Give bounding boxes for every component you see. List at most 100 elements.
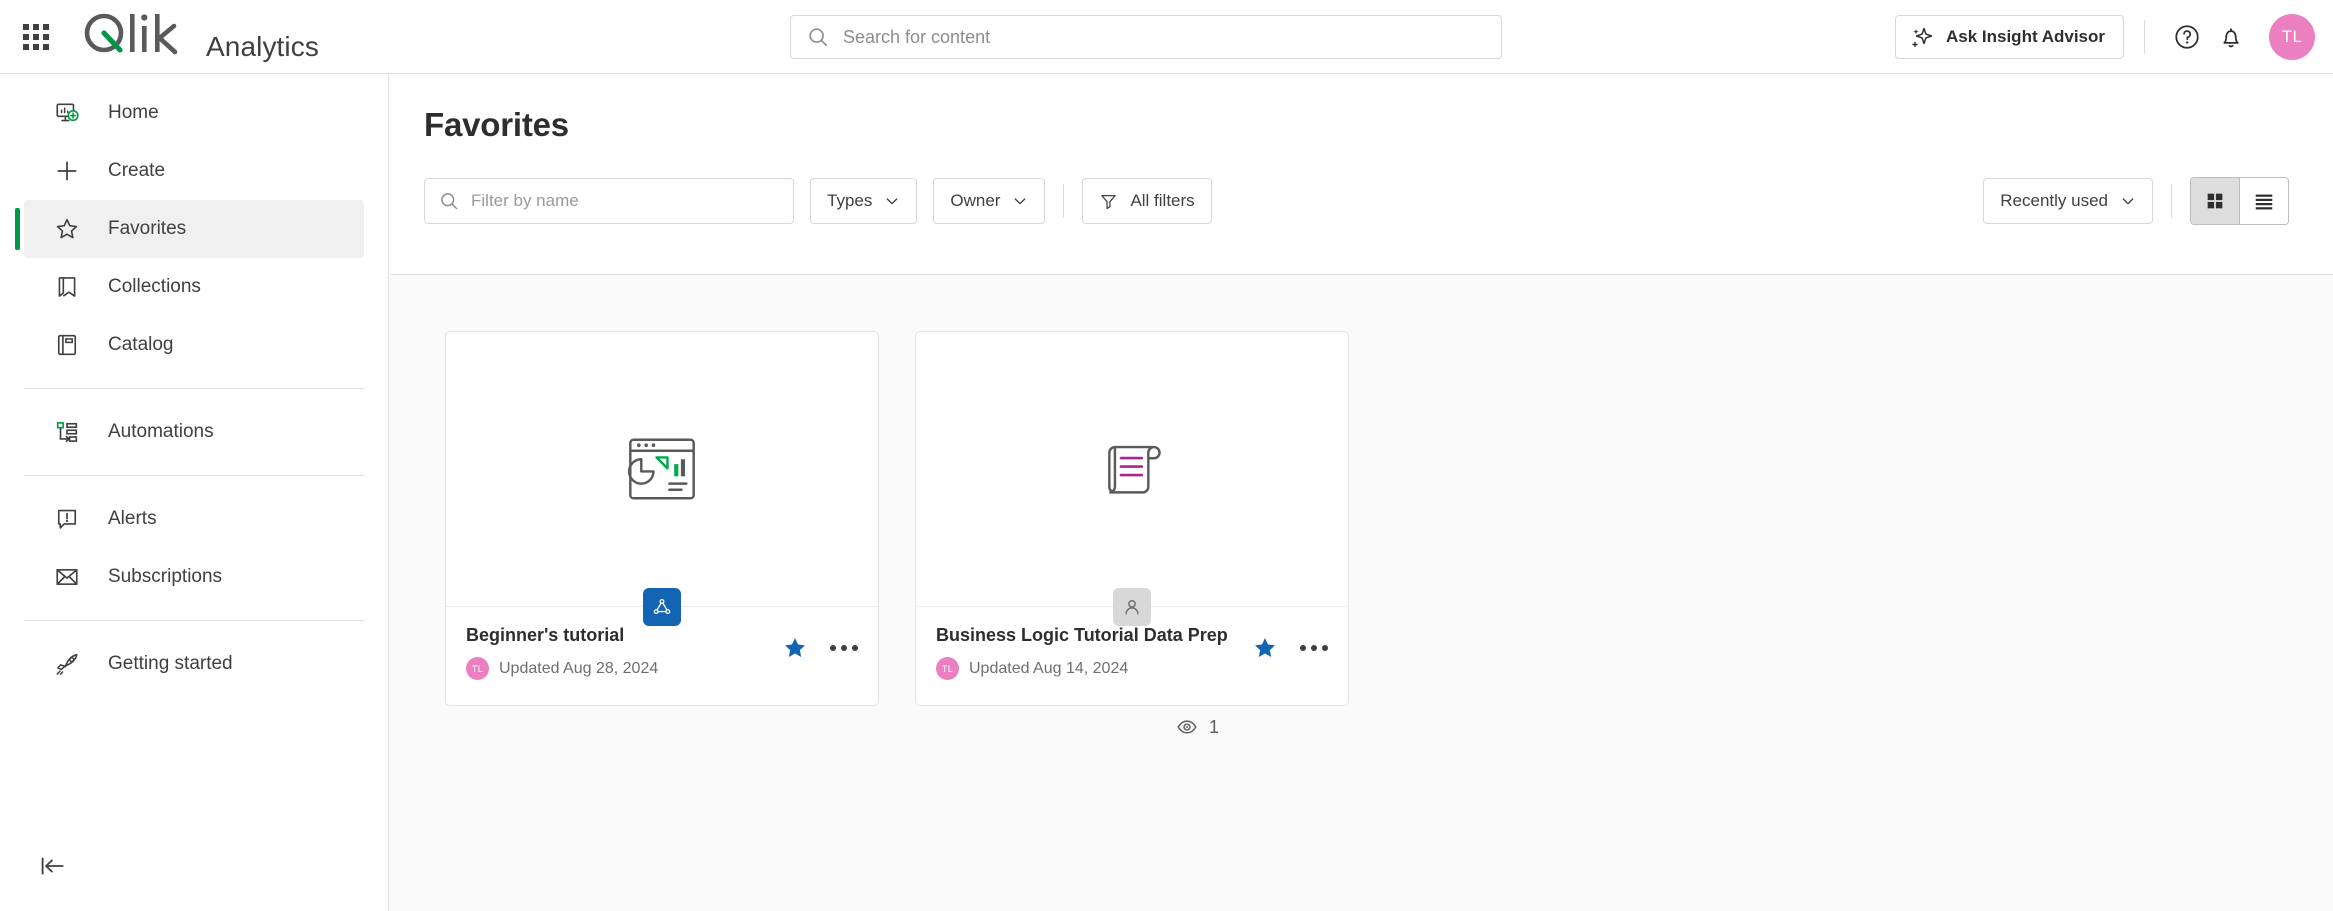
notifications-button[interactable]	[2209, 15, 2253, 59]
card-updated-date: Updated Aug 14, 2024	[969, 659, 1129, 677]
search-icon	[809, 28, 828, 47]
sidebar: Home Create Favorites Collections Catalo…	[0, 74, 389, 911]
sidebar-item-label: Getting started	[108, 653, 233, 674]
card-updated-date: Updated Aug 28, 2024	[499, 659, 659, 677]
card-owner-initials: TL	[471, 663, 484, 674]
card-title: Business Logic Tutorial Data Prep	[936, 625, 1228, 645]
sidebar-item-label: Automations	[108, 421, 214, 442]
sort-label: Recently used	[2000, 191, 2108, 210]
card-meta: TL Updated Aug 28, 2024	[466, 657, 658, 680]
content-results-area: Beginner's tutorial TL Updated Aug 28, 2…	[390, 274, 2333, 911]
more-horizontal-icon	[830, 645, 858, 651]
card-info: Business Logic Tutorial Data Prep TL Upd…	[936, 625, 1228, 680]
star-filled-icon	[785, 638, 805, 657]
view-mode-toggle	[2190, 177, 2289, 225]
sidebar-item-automations[interactable]: Automations	[24, 403, 364, 461]
sidebar-divider	[24, 620, 364, 621]
search-icon	[441, 193, 458, 210]
global-search[interactable]	[790, 15, 1502, 59]
plus-icon	[52, 156, 82, 186]
owner-filter-dropdown[interactable]: Owner	[933, 178, 1046, 224]
view-count-value: 1	[1209, 716, 1220, 737]
card-owner-avatar: TL	[466, 657, 489, 680]
star-filled-icon	[1255, 638, 1275, 657]
card-meta: TL Updated Aug 14, 2024	[936, 657, 1228, 680]
help-button[interactable]	[2165, 15, 2209, 59]
eye-icon	[1177, 720, 1197, 734]
ask-insight-advisor-label: Ask Insight Advisor	[1945, 27, 2105, 46]
collapse-sidebar-button[interactable]	[38, 849, 78, 883]
card-item[interactable]: Beginner's tutorial TL Updated Aug 28, 2…	[445, 331, 879, 706]
header-right-actions: Ask Insight Advisor TL	[1894, 0, 2315, 74]
sidebar-item-subscriptions[interactable]: Subscriptions	[24, 548, 364, 606]
types-filter-dropdown[interactable]: Types	[810, 178, 918, 224]
chevron-down-icon	[2122, 198, 2134, 205]
sidebar-item-alerts[interactable]: Alerts	[24, 490, 364, 548]
more-options-button[interactable]	[830, 645, 858, 651]
more-options-button[interactable]	[1300, 645, 1328, 651]
card-thumbnail	[916, 332, 1348, 606]
sort-dropdown[interactable]: Recently used	[1983, 178, 2153, 224]
sidebar-item-label: Subscriptions	[108, 566, 223, 587]
main-content: Favorites Types Owner All	[390, 74, 2333, 911]
sidebar-item-label: Catalog	[108, 334, 174, 355]
grid-apps-icon[interactable]	[18, 19, 54, 55]
types-filter-label: Types	[827, 191, 873, 210]
filter-by-name-field[interactable]	[424, 178, 794, 224]
sidebar-item-label: Alerts	[108, 508, 157, 529]
book-icon	[52, 330, 82, 360]
search-box[interactable]	[790, 15, 1502, 59]
envelope-icon	[52, 562, 82, 592]
sidebar-item-home[interactable]: Home	[24, 84, 364, 142]
sidebar-item-catalog[interactable]: Catalog	[24, 316, 364, 374]
sidebar-item-label: Favorites	[108, 218, 187, 239]
view-count: 1	[1176, 716, 2333, 738]
search-input[interactable]	[843, 16, 1485, 58]
product-name: Analytics	[206, 31, 319, 62]
filter-by-name-input[interactable]	[471, 179, 779, 223]
card-actions	[782, 625, 858, 661]
qlik-logo[interactable]: Analytics	[82, 10, 319, 63]
grid-view-icon	[2207, 193, 2223, 209]
favorite-star-button[interactable]	[1252, 635, 1278, 661]
card-info: Beginner's tutorial TL Updated Aug 28, 2…	[466, 625, 658, 680]
all-filters-button[interactable]: All filters	[1082, 178, 1212, 224]
sidebar-item-label: Create	[108, 160, 166, 181]
avatar[interactable]: TL	[2269, 14, 2315, 60]
card-divider	[916, 587, 1348, 626]
sidebar-item-favorites[interactable]: Favorites	[15, 200, 364, 258]
bookmark-icon	[52, 272, 82, 302]
sidebar-item-create[interactable]: Create	[24, 142, 364, 200]
help-circle-icon	[2175, 25, 2199, 49]
bell-icon	[2223, 28, 2239, 48]
home-dashboard-icon	[52, 98, 82, 128]
alert-bubble-icon	[52, 504, 82, 534]
list-view-button[interactable]	[2240, 178, 2288, 224]
sidebar-item-getting-started[interactable]: Getting started	[24, 635, 364, 693]
chevron-down-icon	[1015, 198, 1026, 205]
toolbar-divider	[1063, 184, 1065, 218]
qlik-wordmark-icon	[84, 13, 178, 55]
ask-insight-advisor-button[interactable]: Ask Insight Advisor	[1894, 15, 2124, 59]
avatar-initials: TL	[2281, 27, 2303, 46]
sidebar-divider	[24, 388, 364, 389]
list-view-icon	[2255, 194, 2273, 210]
all-filters-label: All filters	[1130, 191, 1195, 210]
header-divider	[2144, 20, 2145, 54]
favorite-star-button[interactable]	[782, 635, 808, 661]
automation-flow-icon	[52, 417, 82, 447]
star-outline-icon	[52, 214, 82, 244]
script-scroll-icon	[1108, 445, 1161, 494]
person-icon	[1113, 587, 1151, 626]
sidebar-item-label: Collections	[108, 276, 201, 297]
sparkle-icon	[1912, 27, 1933, 48]
rocket-icon	[52, 649, 82, 679]
card-divider	[446, 587, 878, 626]
sidebar-item-collections[interactable]: Collections	[24, 258, 364, 316]
grid-view-button[interactable]	[2191, 178, 2239, 224]
page-title: Favorites	[424, 106, 569, 143]
sidebar-item-label: Home	[108, 102, 159, 123]
card-title: Beginner's tutorial	[466, 625, 625, 645]
content-toolbar: Types Owner All filters Recently used	[424, 177, 2333, 225]
card-item[interactable]: Business Logic Tutorial Data Prep TL Upd…	[915, 331, 1349, 706]
